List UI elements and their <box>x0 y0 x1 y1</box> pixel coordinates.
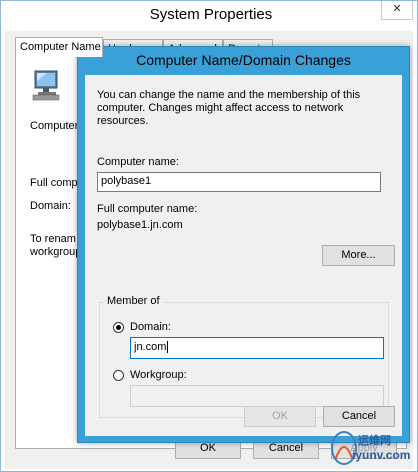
member-of-legend: Member of <box>104 295 163 307</box>
full-computer-label: Full compu <box>30 177 84 189</box>
rename-text-line2: workgroup <box>30 246 82 258</box>
close-icon: ✕ <box>392 3 402 15</box>
computer-icon <box>32 70 60 101</box>
workgroup-radio[interactable] <box>113 370 124 381</box>
system-properties-title: System Properties <box>149 6 273 23</box>
domain-label: Domain: <box>30 200 71 212</box>
workgroup-radio-label: Workgroup: <box>130 369 187 381</box>
computer-label: Computer <box>30 120 79 132</box>
full-computer-name-label: Full computer name: <box>97 203 198 215</box>
computer-name-label: Computer name: <box>97 156 179 168</box>
domain-input-value: jn.com <box>134 341 167 353</box>
domain-radio-label: Domain: <box>130 321 171 333</box>
text-cursor <box>167 341 169 354</box>
dialog-ok-button[interactable]: OK <box>244 406 316 427</box>
domain-input[interactable]: jn.com <box>130 337 384 359</box>
system-properties-titlebar: System Properties ✕ <box>1 1 417 31</box>
tab-computer-name[interactable]: Computer Name <box>15 37 103 57</box>
dialog-description: You can change the name and the membersh… <box>97 89 361 127</box>
watermark-line2: iyunv.com <box>352 448 411 462</box>
watermark-line1: 运维网 <box>358 435 391 447</box>
workgroup-input[interactable] <box>130 385 384 407</box>
domain-changes-dialog: Computer Name/Domain Changes You can cha… <box>77 46 410 443</box>
full-computer-name-value: polybase1.jn.com <box>97 219 183 231</box>
more-button[interactable]: More... <box>322 245 395 266</box>
member-of-group: Member of Domain: jn.com Workgroup: <box>99 295 389 418</box>
dialog-title: Computer Name/Domain Changes <box>136 52 351 68</box>
computer-name-input[interactable]: polybase1 <box>97 172 381 192</box>
close-button[interactable]: ✕ <box>381 1 413 20</box>
dialog-body: You can change the name and the membersh… <box>85 75 402 436</box>
rename-text-line1: To renam <box>30 233 76 245</box>
domain-radio[interactable] <box>113 322 124 333</box>
dialog-cancel-button[interactable]: Cancel <box>323 406 395 427</box>
watermark-logo: 运维网 iyunv.com <box>322 428 412 468</box>
